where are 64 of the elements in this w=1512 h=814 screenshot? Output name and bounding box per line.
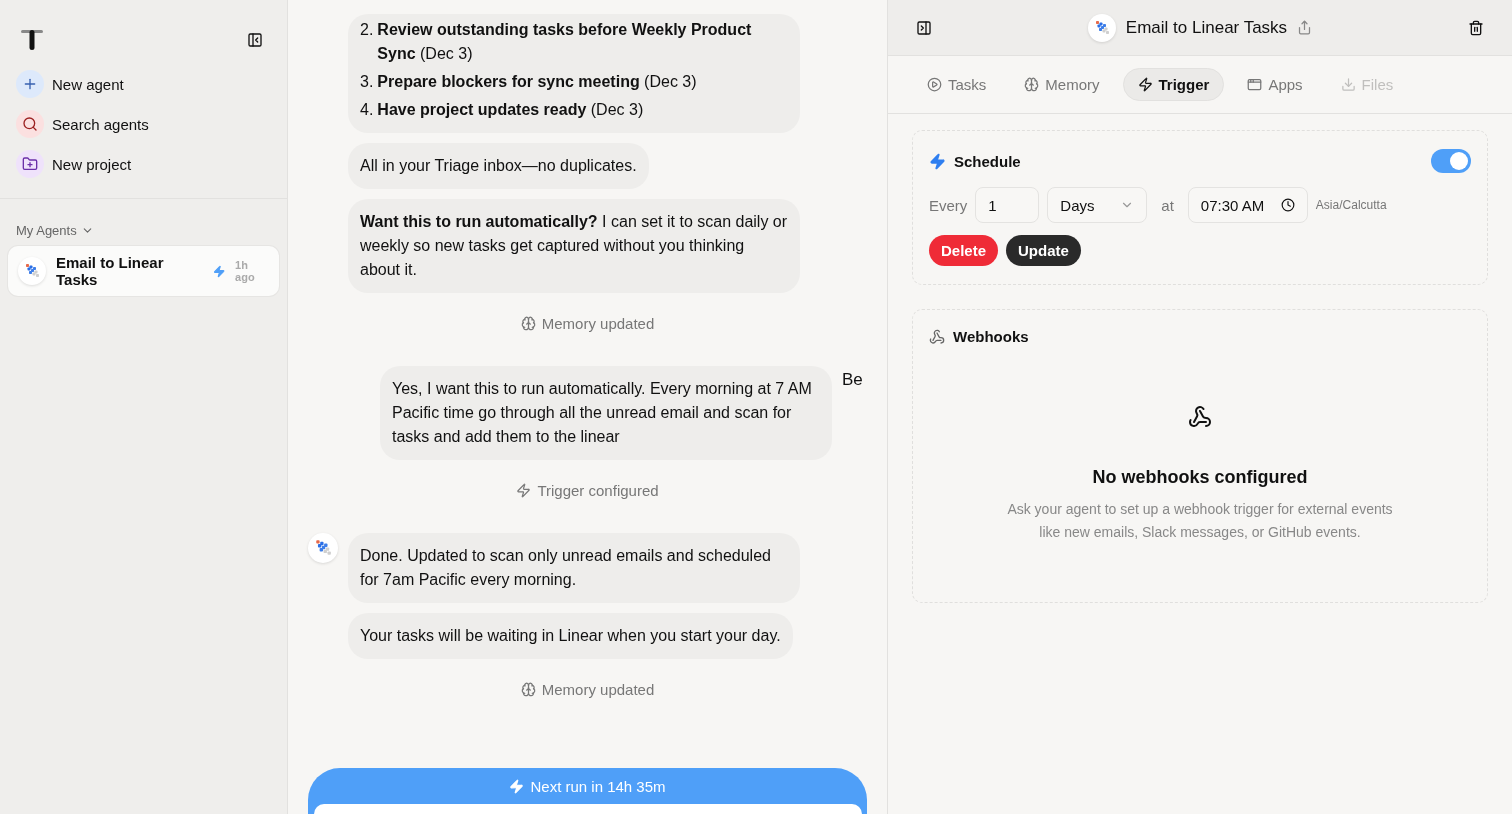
agent-item[interactable]: Email to Linear Tasks 1h ago: [8, 246, 279, 296]
list-number: 3.: [360, 72, 374, 92]
lightning-icon: [929, 152, 946, 170]
lightning-icon: [1137, 77, 1153, 92]
folder-plus-icon: [22, 156, 38, 172]
list-item-text: Prepare blockers for sync meeting (Dec 3): [377, 72, 697, 92]
unit-select[interactable]: Days: [1047, 187, 1148, 223]
event-label: Memory updated: [541, 681, 655, 698]
brain-icon: [1024, 77, 1040, 92]
tab[interactable]: Trigger: [1122, 68, 1225, 101]
empty-state-text: Ask your agent to set up a webhook trigger for external events like new emails, Slack messages, or GitHub events.: [1006, 500, 1394, 542]
card-title: Schedule: [954, 152, 1021, 170]
trash-icon[interactable]: [1468, 19, 1484, 36]
webhook-icon: [1188, 405, 1212, 429]
list-item-text: Have project updates ready (Dec 3): [377, 100, 644, 120]
download-icon: [1340, 77, 1356, 92]
window-icon: [1247, 77, 1263, 92]
agent-logo-icon: [1093, 19, 1110, 36]
lightning-icon: [509, 778, 525, 794]
empty-state-title: No webhooks configured: [1092, 467, 1308, 488]
share-icon[interactable]: [1297, 20, 1313, 35]
brain-icon: [520, 316, 536, 331]
agent-logo-icon: [314, 539, 332, 557]
agent-title: Email to Linear Tasks: [1125, 17, 1288, 38]
sidebar-item[interactable]: Search agents: [16, 110, 271, 138]
clock-icon: [1280, 198, 1295, 212]
agent-logo-icon: [24, 263, 40, 279]
next-run-label: Next run in 14h 35m: [530, 777, 666, 795]
update-button[interactable]: Update: [1006, 235, 1081, 266]
list-number: 2.: [360, 20, 374, 40]
plus-icon: [22, 76, 38, 92]
collapse-sidebar-icon[interactable]: [247, 32, 263, 48]
event-label: Trigger configured: [537, 482, 659, 499]
card-title: Webhooks: [953, 328, 1029, 345]
timezone-label: Asia/Calcutta: [1315, 198, 1387, 212]
user-initials: Be: [842, 369, 863, 390]
section-heading[interactable]: My Agents: [16, 223, 77, 238]
field-label: at: [1161, 196, 1174, 214]
message-bubble: Want this to run automatically? I can set it to scan daily or weekly so new tasks get captured without you thinking about it.: [348, 199, 800, 293]
lightning-icon: [516, 483, 532, 498]
delete-button[interactable]: Delete: [929, 235, 999, 266]
tab[interactable]: Apps: [1232, 68, 1318, 101]
event-label: Memory updated: [541, 315, 655, 332]
logo-icon: [20, 29, 44, 51]
search-icon: [22, 116, 38, 132]
sidebar-item[interactable]: New agent: [16, 70, 271, 98]
user-message-bubble: Yes, I want this to run automatically. Every morning at 7 AM Pacific time go through all the unread email and scan for tasks and add them to the linear: [380, 366, 832, 460]
count-input-field[interactable]: 1: [975, 187, 1040, 223]
list-item-text: Review outstanding tasks before Weekly Product Sync (Dec 3): [377, 20, 753, 64]
schedule-toggle[interactable]: [1431, 149, 1471, 173]
webhook-icon: [929, 328, 945, 345]
time-input-field[interactable]: 07:30 AM: [1187, 187, 1308, 223]
field-label: Every: [929, 196, 968, 214]
list-number: 4.: [360, 100, 374, 120]
tab[interactable]: Memory: [1009, 68, 1115, 101]
panel-toggle-icon[interactable]: [916, 19, 932, 36]
message-bubble: Your tasks will be waiting in Linear when you start your day.: [348, 613, 793, 659]
message-bubble: Done. Updated to scan only unread emails and scheduled for 7am Pacific every morning.: [348, 533, 800, 603]
message-bubble: All in your Triage inbox—no duplicates.: [348, 143, 649, 189]
play-circle-icon: [927, 77, 942, 92]
message-input-field[interactable]: [313, 804, 862, 814]
tab[interactable]: Tasks: [912, 68, 1002, 101]
sidebar-item[interactable]: New project: [16, 150, 271, 178]
brain-icon: [520, 682, 536, 697]
